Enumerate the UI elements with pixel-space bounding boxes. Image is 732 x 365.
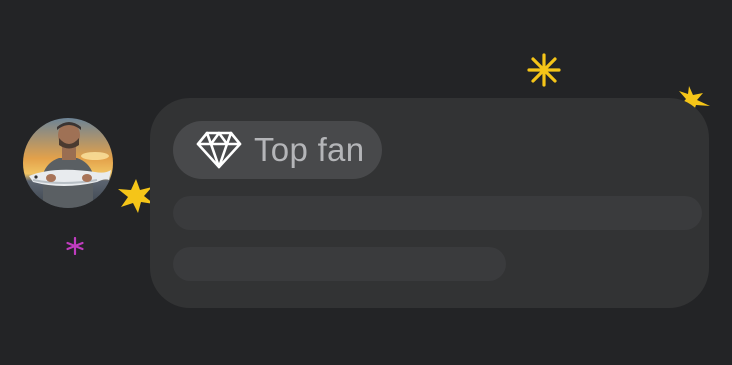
profile-photo (23, 118, 113, 208)
diamond-icon (196, 131, 242, 169)
sparkle-burst-icon (527, 53, 561, 87)
comment-placeholder-line (173, 247, 506, 281)
comment-canvas: Top fan (0, 0, 732, 365)
sparkle-small-icon (66, 237, 84, 255)
comment-placeholder-line (173, 196, 702, 230)
avatar[interactable] (23, 118, 113, 208)
top-fan-badge[interactable]: Top fan (173, 121, 382, 179)
badge-label: Top fan (254, 131, 365, 168)
